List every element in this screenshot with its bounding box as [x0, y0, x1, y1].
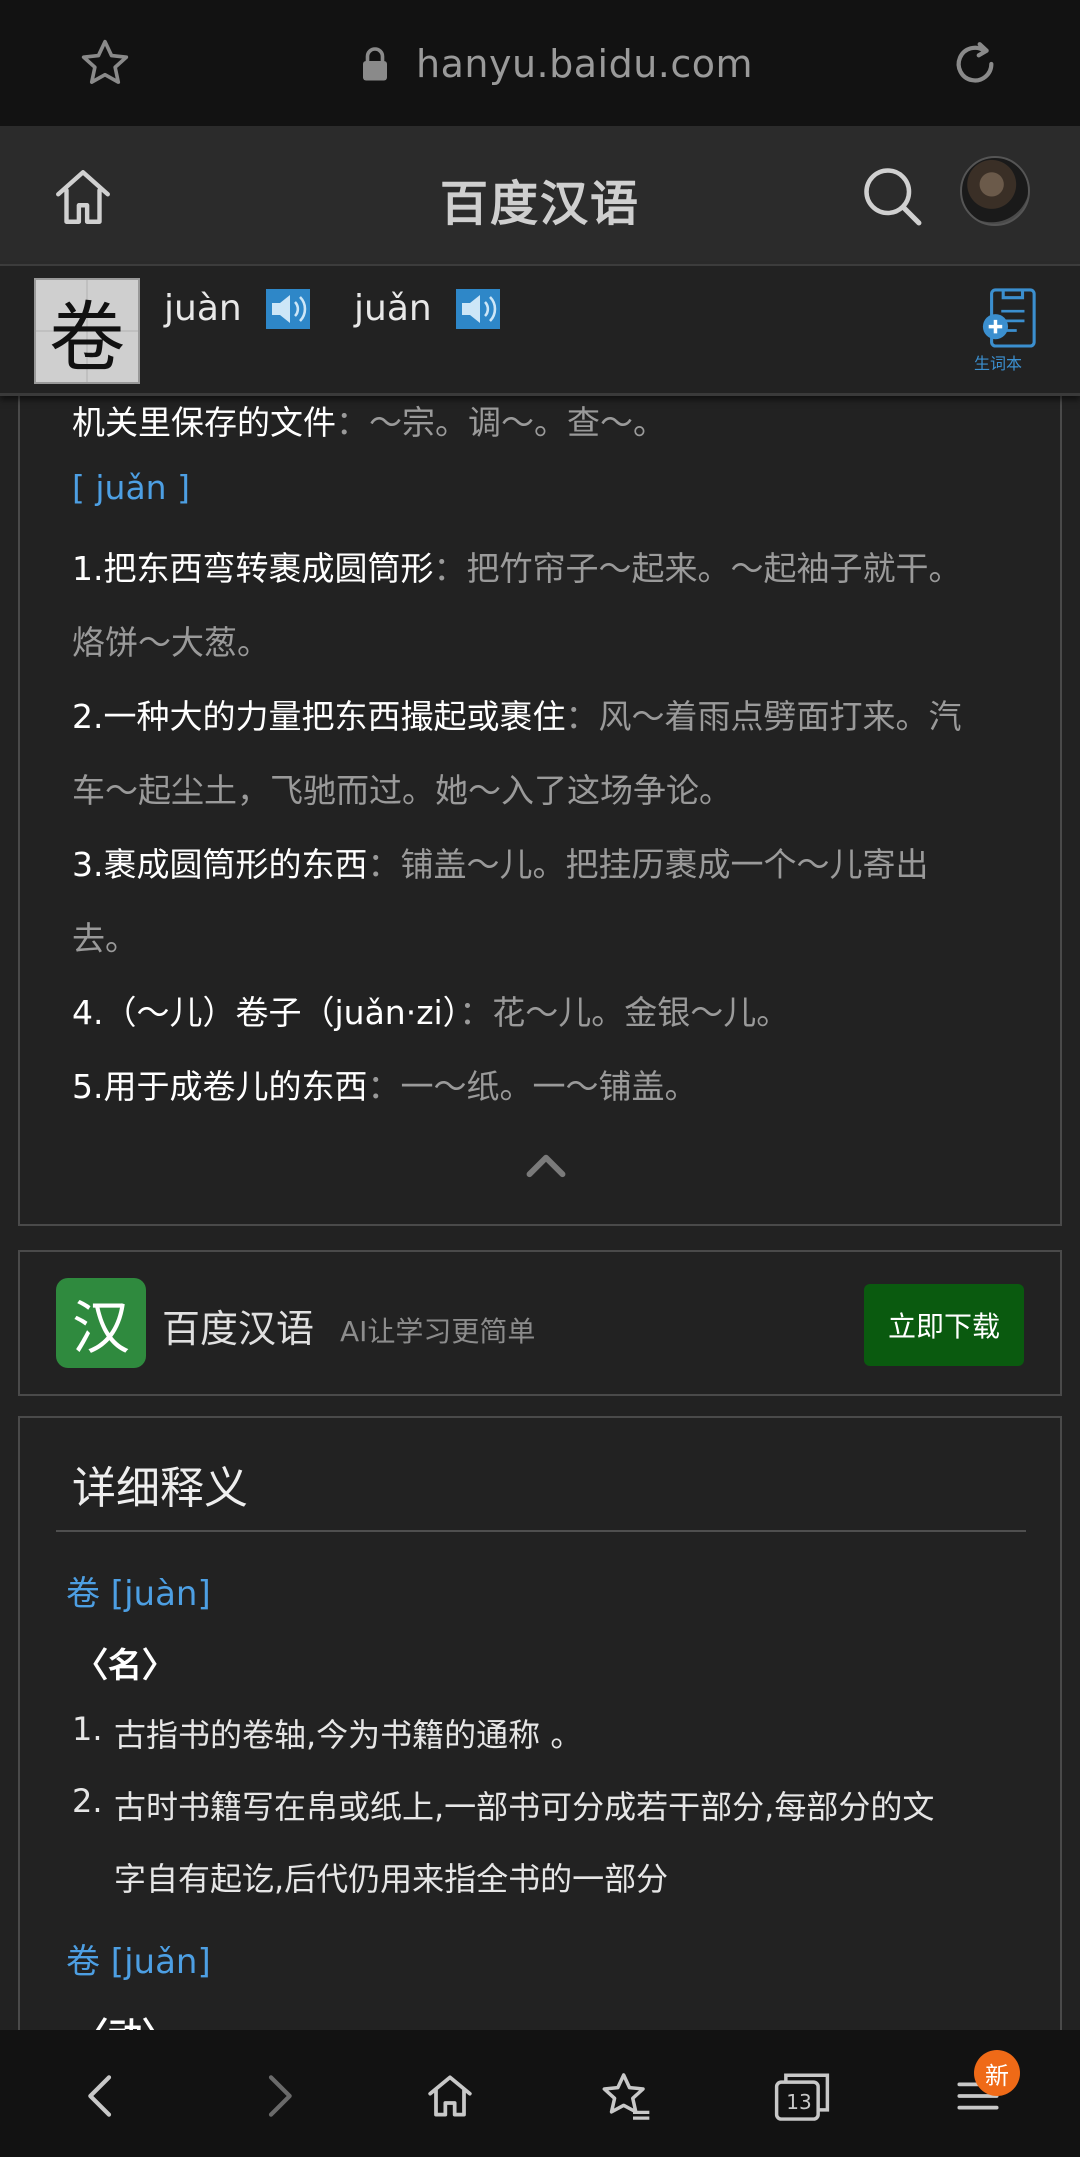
back-icon[interactable]	[74, 2068, 130, 2124]
vocab-label: 生词本	[974, 354, 1023, 373]
definition-text: 1.把东西弯转裹成圆筒形	[72, 549, 434, 588]
bookmarks-icon[interactable]	[598, 2068, 654, 2124]
home-icon[interactable]	[422, 2068, 478, 2124]
detailed-definitions-card: 详细释义 卷 [juàn] 〈名〉 1. 古指书的卷轴,今为书籍的通称 。 2.…	[18, 1416, 1062, 2116]
pinyin-juan3: juǎn	[354, 288, 500, 329]
definition-examples: 烙饼～大葱。	[72, 623, 270, 662]
definition-examples: 去。	[72, 919, 138, 958]
browser-bottom-bar: 13	[0, 2030, 1080, 2157]
baidu-hanyu-logo: 汉	[56, 1278, 146, 1368]
definition-text: 5.用于成卷儿的东西	[72, 1067, 368, 1106]
definition-text: 机关里保存的文件	[72, 403, 336, 442]
search-icon[interactable]	[858, 162, 926, 230]
definition-line: 3.裹成圆筒形的东西：铺盖～儿。把挂历裹成一个～儿寄出	[72, 838, 929, 886]
site-header: 百度汉语	[0, 126, 1080, 266]
definition-examples: ：把竹帘子～起来。～起袖子就干。	[433, 549, 962, 588]
definition-line-cont: 车～起尘土，飞驰而过。她～入了这场争论。	[72, 764, 732, 812]
definition-examples: 车～起尘土，飞驰而过。她～入了这场争论。	[72, 771, 732, 810]
url-text: hanyu.baidu.com	[416, 42, 754, 86]
vocabulary-book-button[interactable]: 生词本	[974, 284, 1038, 374]
reload-icon[interactable]	[946, 36, 1004, 92]
user-avatar[interactable]	[960, 156, 1030, 226]
definition-text: 3.裹成圆筒形的东西	[72, 845, 368, 884]
character: 卷	[49, 293, 125, 382]
definition-examples: ：铺盖～儿。把挂历裹成一个～儿寄出	[367, 845, 929, 884]
definition-line: 4.（～儿）卷子（juǎn·zi）：花～儿。金银～儿。	[72, 986, 789, 1034]
definition-line-cont: 烙饼～大葱。	[72, 616, 270, 664]
sense-text-cont: 字自有起讫,后代仍用来指全书的一部分	[114, 1860, 669, 1898]
pinyin-juan4: juàn	[164, 288, 310, 329]
sense-text: 古时书籍写在帛或纸上,一部书可分成若干部分,每部分的文	[114, 1788, 935, 1826]
bookmark-star-icon[interactable]	[78, 36, 132, 90]
character-box: 卷	[34, 278, 140, 384]
lock-icon	[363, 47, 387, 81]
app-promo-card: 汉 百度汉语 AI让学习更简单 立即下载	[18, 1250, 1062, 1396]
url-field[interactable]: hanyu.baidu.com	[360, 36, 753, 92]
tabs-count: 13	[786, 2090, 812, 2114]
sense-number: 1.	[72, 1710, 103, 1748]
part-of-speech: 〈名〉	[74, 1646, 176, 1686]
definition-line-cont: 去。	[72, 912, 138, 960]
sense-number: 2.	[72, 1782, 103, 1820]
entry-heading-link[interactable]: 卷 [juǎn]	[66, 1934, 211, 1983]
section-title: 详细释义	[72, 1463, 248, 1514]
definition-examples: ：风～着雨点劈面打来。汽	[565, 697, 962, 736]
definition-examples: ：一～纸。一～铺盖。	[367, 1067, 698, 1106]
pinyin-label: juǎn	[354, 288, 432, 329]
definition-text: 4.（～儿）卷子（juǎn·zi）	[72, 993, 460, 1032]
definition-examples: ：～宗。调～。查～。	[336, 403, 666, 442]
promo-slogan: AI让学习更简单	[340, 1315, 536, 1348]
collapse-chevron-up-icon[interactable]	[524, 1150, 568, 1180]
browser-address-bar: hanyu.baidu.com	[0, 0, 1080, 126]
definition-text: 2.一种大的力量把东西撮起或裹住	[72, 697, 566, 736]
speaker-icon[interactable]	[455, 288, 500, 329]
new-badge: 新	[974, 2050, 1020, 2096]
definition-line: 机关里保存的文件：～宗。调～。查～。	[72, 396, 666, 444]
pinyin-label: juàn	[164, 288, 242, 329]
download-button[interactable]: 立即下载	[864, 1284, 1024, 1366]
definition-line: 2.一种大的力量把东西撮起或裹住：风～着雨点劈面打来。汽	[72, 690, 962, 738]
basic-definitions-card: 机关里保存的文件：～宗。调～。查～。 [ juǎn ] 1.把东西弯转裹成圆筒形…	[18, 360, 1062, 1226]
divider	[56, 1530, 1026, 1532]
pinyin-section-heading: [ juǎn ]	[72, 468, 190, 507]
definition-line: 1.把东西弯转裹成圆筒形：把竹帘子～起来。～起袖子就干。	[72, 542, 962, 590]
speaker-icon[interactable]	[265, 288, 310, 329]
notebook-add-icon	[982, 288, 1036, 348]
definition-examples: ：花～儿。金银～儿。	[459, 993, 790, 1032]
tabs-button[interactable]: 13	[772, 2068, 832, 2124]
promo-app-name: 百度汉语	[162, 1307, 315, 1351]
forward-icon[interactable]	[250, 2068, 306, 2124]
word-bar: 卷 juàn juǎn 生词本	[0, 266, 1080, 396]
sense-text: 古指书的卷轴,今为书籍的通称 。	[114, 1716, 583, 1754]
definition-line: 5.用于成卷儿的东西：一～纸。一～铺盖。	[72, 1060, 698, 1108]
entry-heading-link[interactable]: 卷 [juàn]	[66, 1566, 211, 1615]
